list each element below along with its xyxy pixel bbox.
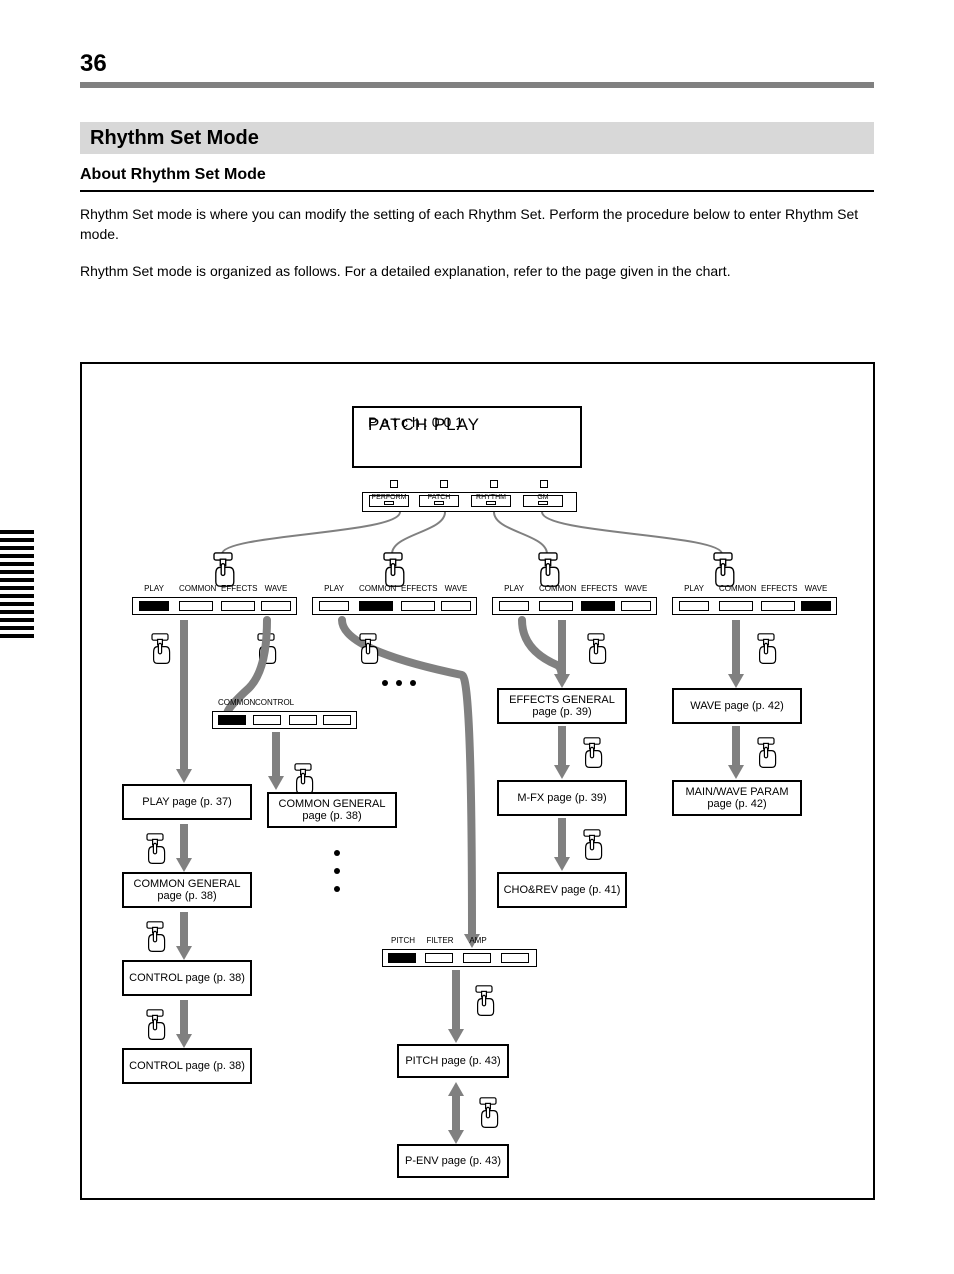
arrow-line — [558, 818, 566, 858]
press-icon — [580, 630, 612, 668]
effects-chorev-box: CHO&REV page (p. 41) — [497, 872, 627, 908]
effects-general-box: EFFECTS GENERAL page (p. 39) — [497, 688, 627, 724]
press-icon — [750, 630, 782, 668]
sub-section-rule — [80, 190, 874, 192]
page-number: 36 — [80, 50, 107, 78]
arrowhead-icon — [554, 674, 570, 688]
wave-param-box: MAIN/WAVE PARAM page (p. 42) — [672, 780, 802, 816]
arrow-line — [732, 620, 740, 675]
arrow-line — [732, 726, 740, 766]
arrowhead-icon — [554, 765, 570, 779]
arrow-line — [558, 726, 566, 766]
body-paragraph-1: Rhythm Set mode is where you can modify … — [80, 204, 874, 245]
body-text: Rhythm Set mode is where you can modify … — [80, 204, 874, 281]
arrowhead-icon — [554, 857, 570, 871]
top-rule — [80, 82, 874, 88]
section-title: Rhythm Set Mode — [80, 122, 874, 154]
diagram: PATCH PLAY Patch:001 PERFORM PATCH RHYTH… — [80, 362, 875, 1200]
arrowhead-icon — [728, 765, 744, 779]
arrow-line — [558, 620, 566, 675]
side-page-marker — [0, 530, 34, 642]
press-icon — [576, 734, 608, 772]
effects-mfx-box: M-FX page (p. 39) — [497, 780, 627, 816]
press-icon — [750, 734, 782, 772]
press-icon — [576, 826, 608, 864]
sub-section-title: About Rhythm Set Mode — [80, 166, 874, 184]
body-paragraph-2: Rhythm Set mode is organized as follows.… — [80, 261, 874, 281]
wave-box: WAVE page (p. 42) — [672, 688, 802, 724]
arrowhead-icon — [728, 674, 744, 688]
